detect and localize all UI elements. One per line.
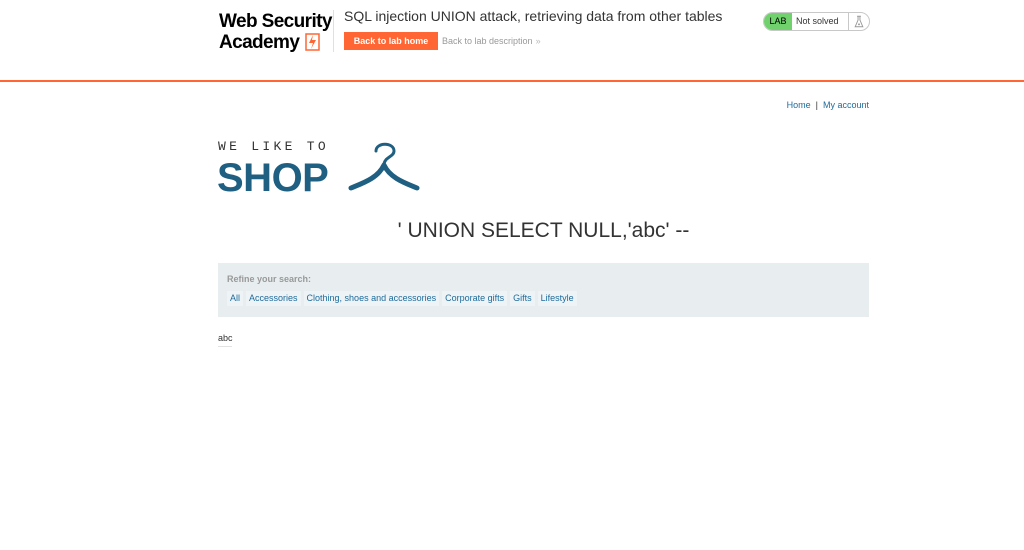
logo-line-1: Web Security	[219, 11, 332, 32]
my-account-link[interactable]: My account	[823, 100, 869, 110]
lab-status-widget: LAB Not solved	[763, 12, 870, 31]
logo-bolt-icon	[305, 33, 320, 51]
shop-logo-tagline: WE LIKE TO	[218, 139, 329, 154]
search-results-heading: ' UNION SELECT NULL,'abc' --	[397, 219, 690, 242]
back-to-lab-description-label: Back to lab description	[442, 36, 533, 46]
filter-panel: Refine your search: All Accessories Clot…	[218, 263, 869, 317]
category-filter-list: All Accessories Clothing, shoes and acce…	[227, 291, 577, 306]
nav-separator: |	[815, 100, 818, 110]
filter-lifestyle[interactable]: Lifestyle	[537, 291, 577, 306]
account-nav: Home | My account	[700, 100, 869, 110]
academy-header: Web Security Academy SQL injection UNION…	[0, 0, 1024, 82]
filter-all[interactable]: All	[227, 291, 244, 306]
hanger-icon	[348, 142, 420, 191]
lab-status-text: Not solved	[796, 16, 839, 26]
back-to-lab-description-link[interactable]: Back to lab description»	[442, 36, 541, 46]
chevron-right-icon: »	[535, 36, 541, 46]
filter-corporate-gifts[interactable]: Corporate gifts	[442, 291, 508, 306]
flask-icon	[848, 13, 864, 30]
back-to-lab-home-button[interactable]: Back to lab home	[344, 32, 438, 50]
shop-logo-name: SHOP	[218, 156, 328, 196]
result-row: abc	[218, 333, 233, 343]
filter-label: Refine your search:	[227, 274, 312, 284]
shop-logo[interactable]: WE LIKE TO SHOP	[218, 138, 422, 196]
filter-accessories[interactable]: Accessories	[246, 291, 301, 306]
home-link[interactable]: Home	[787, 100, 811, 110]
result-divider	[218, 346, 232, 347]
web-security-academy-logo[interactable]: Web Security Academy	[219, 11, 337, 55]
lab-title: SQL injection UNION attack, retrieving d…	[344, 8, 723, 24]
lab-badge: LAB	[764, 13, 792, 30]
filter-clothing-shoes-accessories[interactable]: Clothing, shoes and accessories	[303, 291, 440, 306]
header-divider	[333, 10, 334, 52]
filter-gifts[interactable]: Gifts	[510, 291, 535, 306]
